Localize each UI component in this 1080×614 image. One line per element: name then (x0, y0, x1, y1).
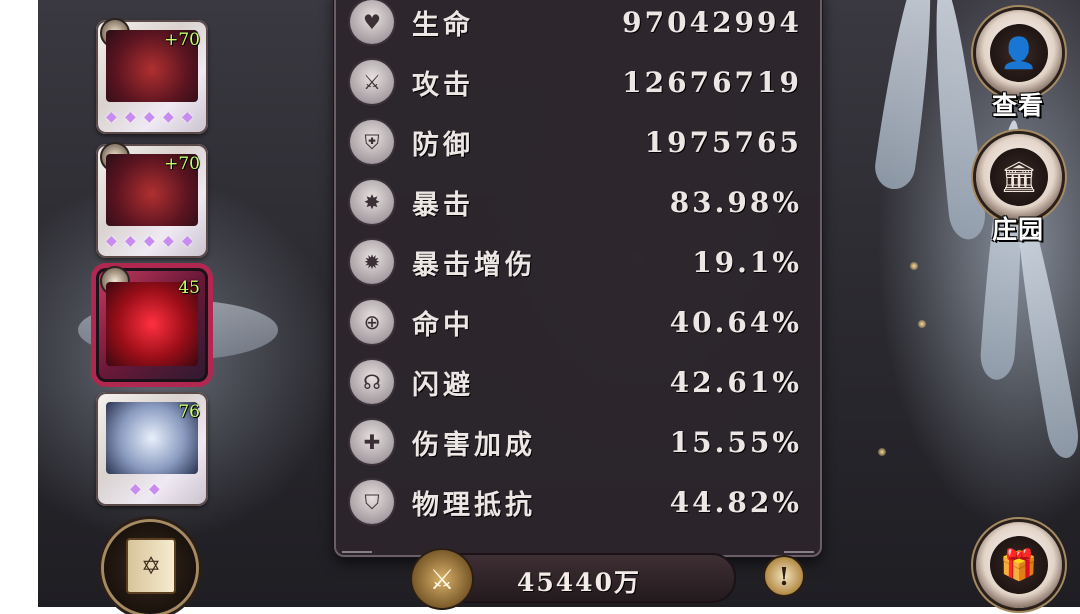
gem-icon: ◆ (182, 233, 193, 249)
crit-damage-icon: ✹ (350, 240, 394, 284)
stat-row-accuracy: ⊕ 命中 40.64% (350, 294, 810, 350)
stat-row-physical-resist: ⛉ 物理抵抗 44.82% (350, 474, 810, 530)
stats-panel: ♥ 生命 97042994 ⚔ 攻击 12676719 ⛨ 防御 1975765… (334, 0, 822, 557)
stat-value: 44.82% (669, 485, 802, 519)
crosshair-glyph: ⊕ (363, 310, 381, 334)
shield-icon: ⛨ (350, 120, 394, 164)
gem-icon: ◆ (144, 109, 155, 125)
gift-icon: 🎁 (990, 536, 1048, 594)
temple-icon: 🏛 (990, 148, 1048, 206)
view-button[interactable]: 👤 (976, 10, 1062, 96)
heart-icon: ♥ (350, 0, 394, 44)
equipment-slot-armor[interactable]: +70 ◆ ◆ ◆ ◆ ◆ (96, 142, 208, 258)
gem-icon: ◆ (144, 233, 155, 249)
gem-icon: ◆ (125, 233, 136, 249)
gem-icon: ◆ (125, 109, 136, 125)
gem-icon: ◆ (106, 109, 117, 125)
stat-row-crit: ✸ 暴击 83.98% (350, 174, 810, 230)
manor-button-label: 庄园 (992, 215, 1045, 244)
stat-value: 19.1% (692, 245, 802, 279)
collection-book-button[interactable]: ✡ (104, 522, 196, 614)
stat-row-defense: ⛨ 防御 1975765 (350, 114, 810, 170)
manor-button[interactable]: 🏛 (976, 134, 1062, 220)
crosshair-icon: ⊕ (350, 300, 394, 344)
gem-icon: ◆ (182, 109, 193, 125)
sparkle (910, 262, 918, 270)
crit-damage-glyph: ✹ (363, 250, 381, 274)
item-level: 45 (178, 278, 200, 298)
sparkle (918, 320, 926, 328)
panel-corner-ornament (784, 533, 814, 553)
damage-bonus-icon: ✚ (350, 420, 394, 464)
book-icon: ✡ (126, 538, 176, 594)
stat-label: 命中 (412, 309, 474, 341)
item-level: +70 (164, 154, 200, 174)
stat-row-hp: ♥ 生命 97042994 (350, 0, 810, 50)
gem-row: ◆ ◆ ◆ ◆ ◆ (106, 234, 198, 248)
equipment-slot-angel[interactable]: 76 ◆ ◆ (96, 392, 208, 506)
gem-icon: ◆ (149, 481, 160, 497)
crossed-swords-icon: ⚔ (410, 548, 474, 610)
stat-value: 12676719 (622, 65, 802, 99)
claw-glyph: ✸ (363, 190, 381, 214)
gem-icon: ◆ (163, 109, 174, 125)
panel-corner-ornament (342, 533, 372, 553)
event-button[interactable]: 🎁 (976, 522, 1062, 608)
stat-label: 防御 (412, 129, 474, 161)
stat-value: 1975765 (644, 125, 802, 159)
stat-value: 97042994 (622, 5, 802, 39)
sword-glyph: ⚔ (363, 70, 381, 94)
gem-row: ◆ ◆ ◆ ◆ ◆ (106, 110, 198, 124)
stat-value: 83.98% (669, 185, 802, 219)
equipment-slot-boots[interactable]: +70 ◆ ◆ ◆ ◆ ◆ (96, 18, 208, 134)
dodge-icon: ☊ (350, 360, 394, 404)
armor-icon: ⛉ (350, 480, 394, 524)
gem-icon: ◆ (163, 233, 174, 249)
stat-row-crit-damage: ✹ 暴击增伤 19.1% (350, 234, 810, 290)
stat-row-attack: ⚔ 攻击 12676719 (350, 54, 810, 110)
stat-value: 40.64% (669, 305, 802, 339)
stat-label: 伤害加成 (412, 429, 536, 461)
gem-icon: ◆ (106, 233, 117, 249)
sword-icon: ⚔ (350, 60, 394, 104)
view-button-label: 查看 (992, 91, 1045, 120)
stat-label: 闪避 (412, 369, 474, 401)
damage-bonus-glyph: ✚ (363, 430, 381, 454)
gem-icon: ◆ (130, 481, 141, 497)
item-level: +70 (164, 30, 200, 50)
equipment-slot-crystal[interactable]: 45 (96, 266, 208, 382)
shield-glyph: ⛨ (364, 130, 380, 154)
heart-glyph: ♥ (363, 10, 381, 34)
feather-decoration (872, 0, 944, 192)
gem-row: ◆ ◆ (130, 482, 165, 496)
info-button[interactable]: ! (763, 555, 805, 597)
stat-value: 15.55% (669, 425, 802, 459)
stat-label: 攻击 (412, 69, 474, 101)
dodge-glyph: ☊ (363, 370, 381, 394)
magnify-user-icon: 👤 (990, 24, 1048, 82)
stat-label: 物理抵抗 (412, 489, 536, 521)
stat-value: 42.61% (669, 365, 802, 399)
stat-label: 生命 (412, 9, 474, 41)
armor-glyph: ⛉ (364, 490, 380, 514)
stat-row-damage-bonus: ✚ 伤害加成 15.55% (350, 414, 810, 470)
sparkle (878, 448, 886, 456)
stat-label: 暴击 (412, 189, 474, 221)
stat-label: 暴击增伤 (412, 249, 536, 281)
claw-icon: ✸ (350, 180, 394, 224)
item-level: 76 (178, 402, 200, 422)
stat-row-dodge: ☊ 闪避 42.61% (350, 354, 810, 410)
